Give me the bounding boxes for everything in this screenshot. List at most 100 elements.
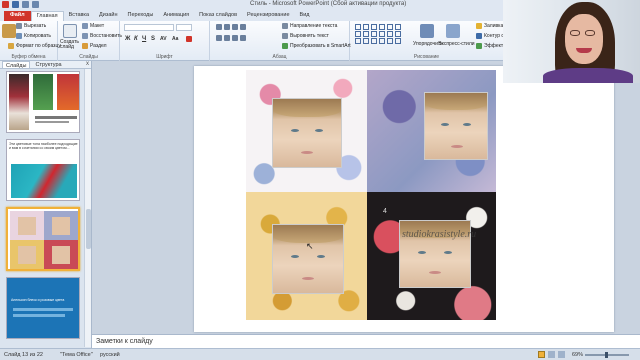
shape-icon[interactable] bbox=[355, 24, 361, 30]
tab-animations[interactable]: Анимация bbox=[158, 11, 194, 21]
paste-icon[interactable] bbox=[2, 24, 16, 38]
align-text-button[interactable]: Выровнять текст bbox=[282, 33, 329, 39]
shape-icon[interactable] bbox=[363, 31, 369, 37]
scrollbar-thumb[interactable] bbox=[86, 209, 91, 249]
font-size-select[interactable] bbox=[176, 24, 192, 31]
tab-home[interactable]: Главная bbox=[30, 11, 64, 21]
align-right-icon bbox=[232, 35, 238, 41]
shadow-button[interactable]: S bbox=[151, 36, 155, 42]
tab-view[interactable]: Вид bbox=[295, 11, 315, 21]
slide-caption bbox=[13, 314, 65, 317]
tab-outline[interactable]: Структура bbox=[32, 61, 64, 68]
theme-name: "Тема Office" bbox=[60, 352, 93, 358]
shape-icon[interactable] bbox=[371, 38, 377, 44]
section-icon bbox=[82, 43, 88, 49]
slide-caption: Апельсин блеск и розовые цвета bbox=[11, 298, 65, 302]
new-slide-icon[interactable] bbox=[63, 24, 77, 38]
tab-transitions[interactable]: Переходы bbox=[123, 11, 159, 21]
hair bbox=[273, 99, 341, 117]
shape-icon[interactable] bbox=[355, 38, 361, 44]
tab-slideshow[interactable]: Показ слайдов bbox=[194, 11, 242, 21]
zoom-slider[interactable] bbox=[585, 352, 629, 358]
shape-icon[interactable] bbox=[379, 31, 385, 37]
shape-icon[interactable] bbox=[395, 24, 401, 30]
floral-background-purple bbox=[367, 70, 496, 192]
font-color-button[interactable] bbox=[186, 36, 192, 42]
hair bbox=[425, 93, 487, 111]
indent-icon bbox=[232, 24, 238, 30]
quick-styles-button[interactable]: Экспресс-стили bbox=[438, 41, 475, 47]
reading-view-icon[interactable] bbox=[558, 351, 565, 358]
tab-review[interactable]: Рецензирование bbox=[242, 11, 294, 21]
notes-placeholder: Заметки к слайду bbox=[96, 338, 153, 345]
shape-icon[interactable] bbox=[371, 24, 377, 30]
lips bbox=[451, 145, 463, 148]
quick-styles-icon[interactable] bbox=[446, 24, 460, 38]
character-spacing-button[interactable]: AV bbox=[160, 36, 167, 42]
normal-view-icon[interactable] bbox=[538, 351, 545, 358]
eye bbox=[463, 123, 471, 126]
new-slide-button[interactable]: Создать слайд bbox=[60, 40, 80, 50]
zoom-slider-handle[interactable] bbox=[605, 352, 608, 358]
bold-button[interactable]: Ж bbox=[125, 36, 130, 42]
font-family-select[interactable] bbox=[124, 24, 174, 31]
shape-icon[interactable] bbox=[387, 24, 393, 30]
floral-background-white bbox=[246, 70, 367, 192]
slide-thumbnail-selected[interactable] bbox=[6, 207, 80, 271]
webcam-overlay bbox=[503, 0, 640, 83]
close-pane-icon[interactable]: x bbox=[86, 61, 89, 67]
save-icon[interactable] bbox=[12, 1, 19, 8]
shape-icon[interactable] bbox=[371, 31, 377, 37]
current-slide[interactable]: 4 bbox=[194, 66, 614, 332]
layout-button[interactable]: Макет bbox=[82, 23, 104, 29]
align-buttons[interactable] bbox=[216, 35, 246, 41]
change-case-button[interactable]: Aa bbox=[172, 36, 178, 42]
arrange-icon[interactable] bbox=[420, 24, 434, 38]
copy-button[interactable]: Копировать bbox=[16, 33, 51, 39]
fashion-photo bbox=[33, 74, 53, 110]
undo-icon[interactable] bbox=[22, 1, 29, 8]
shape-icon[interactable] bbox=[395, 31, 401, 37]
slide-thumbnail[interactable]: Апельсин блеск и розовые цвета bbox=[6, 277, 80, 339]
bullets-button[interactable] bbox=[216, 24, 246, 30]
shape-icon[interactable] bbox=[379, 24, 385, 30]
tab-design[interactable]: Дизайн bbox=[94, 11, 123, 21]
tab-file[interactable]: Файл bbox=[4, 11, 31, 21]
slide-number-marker: 4 bbox=[383, 208, 387, 215]
bullets-icon bbox=[216, 24, 222, 30]
underline-button[interactable]: Ч bbox=[142, 36, 146, 42]
zoom-level[interactable]: 69% bbox=[572, 352, 583, 358]
shape-icon[interactable] bbox=[387, 31, 393, 37]
presenter-clothing bbox=[543, 68, 633, 83]
notes-pane[interactable]: Заметки к слайду bbox=[92, 334, 640, 348]
shape-icon[interactable] bbox=[387, 38, 393, 44]
slides-pane-scrollbar[interactable] bbox=[84, 69, 91, 347]
slide-thumbnail[interactable]: Эти цветовые тона наиболее подходящие и … bbox=[6, 139, 80, 201]
format-painter-button[interactable]: Формат по образцу bbox=[8, 43, 61, 49]
reset-button[interactable]: Восстановить bbox=[82, 33, 122, 39]
shapes-gallery[interactable] bbox=[355, 24, 402, 44]
window-title: Стиль - Microsoft PowerPoint (Сбой актив… bbox=[250, 1, 407, 7]
lips bbox=[302, 277, 314, 280]
italic-button[interactable]: К bbox=[134, 36, 138, 42]
scissors-icon bbox=[16, 23, 22, 29]
language-indicator[interactable]: русский bbox=[100, 352, 120, 358]
shape-icon[interactable] bbox=[395, 38, 401, 44]
shape-icon[interactable] bbox=[355, 31, 361, 37]
shape-icon[interactable] bbox=[363, 38, 369, 44]
font-group-label: Шрифт bbox=[156, 54, 173, 60]
fill-icon bbox=[476, 23, 482, 29]
cut-button[interactable]: Вырезать bbox=[16, 23, 46, 29]
tab-insert[interactable]: Вставка bbox=[64, 11, 94, 21]
slide-thumbnail[interactable] bbox=[6, 71, 80, 133]
section-button[interactable]: Раздел bbox=[82, 43, 107, 49]
smartart-button[interactable]: Преобразовать в SmartArt bbox=[282, 43, 351, 49]
text-direction-button[interactable]: Направление текста bbox=[282, 23, 337, 29]
redo-icon[interactable] bbox=[32, 1, 39, 8]
presenter-mouth bbox=[576, 48, 592, 53]
tab-slides[interactable]: Слайды bbox=[2, 61, 31, 69]
shape-icon[interactable] bbox=[379, 38, 385, 44]
clipboard-group: Вырезать Копировать Формат по образцу Бу… bbox=[0, 21, 61, 61]
sorter-view-icon[interactable] bbox=[548, 351, 555, 358]
shape-icon[interactable] bbox=[363, 24, 369, 30]
